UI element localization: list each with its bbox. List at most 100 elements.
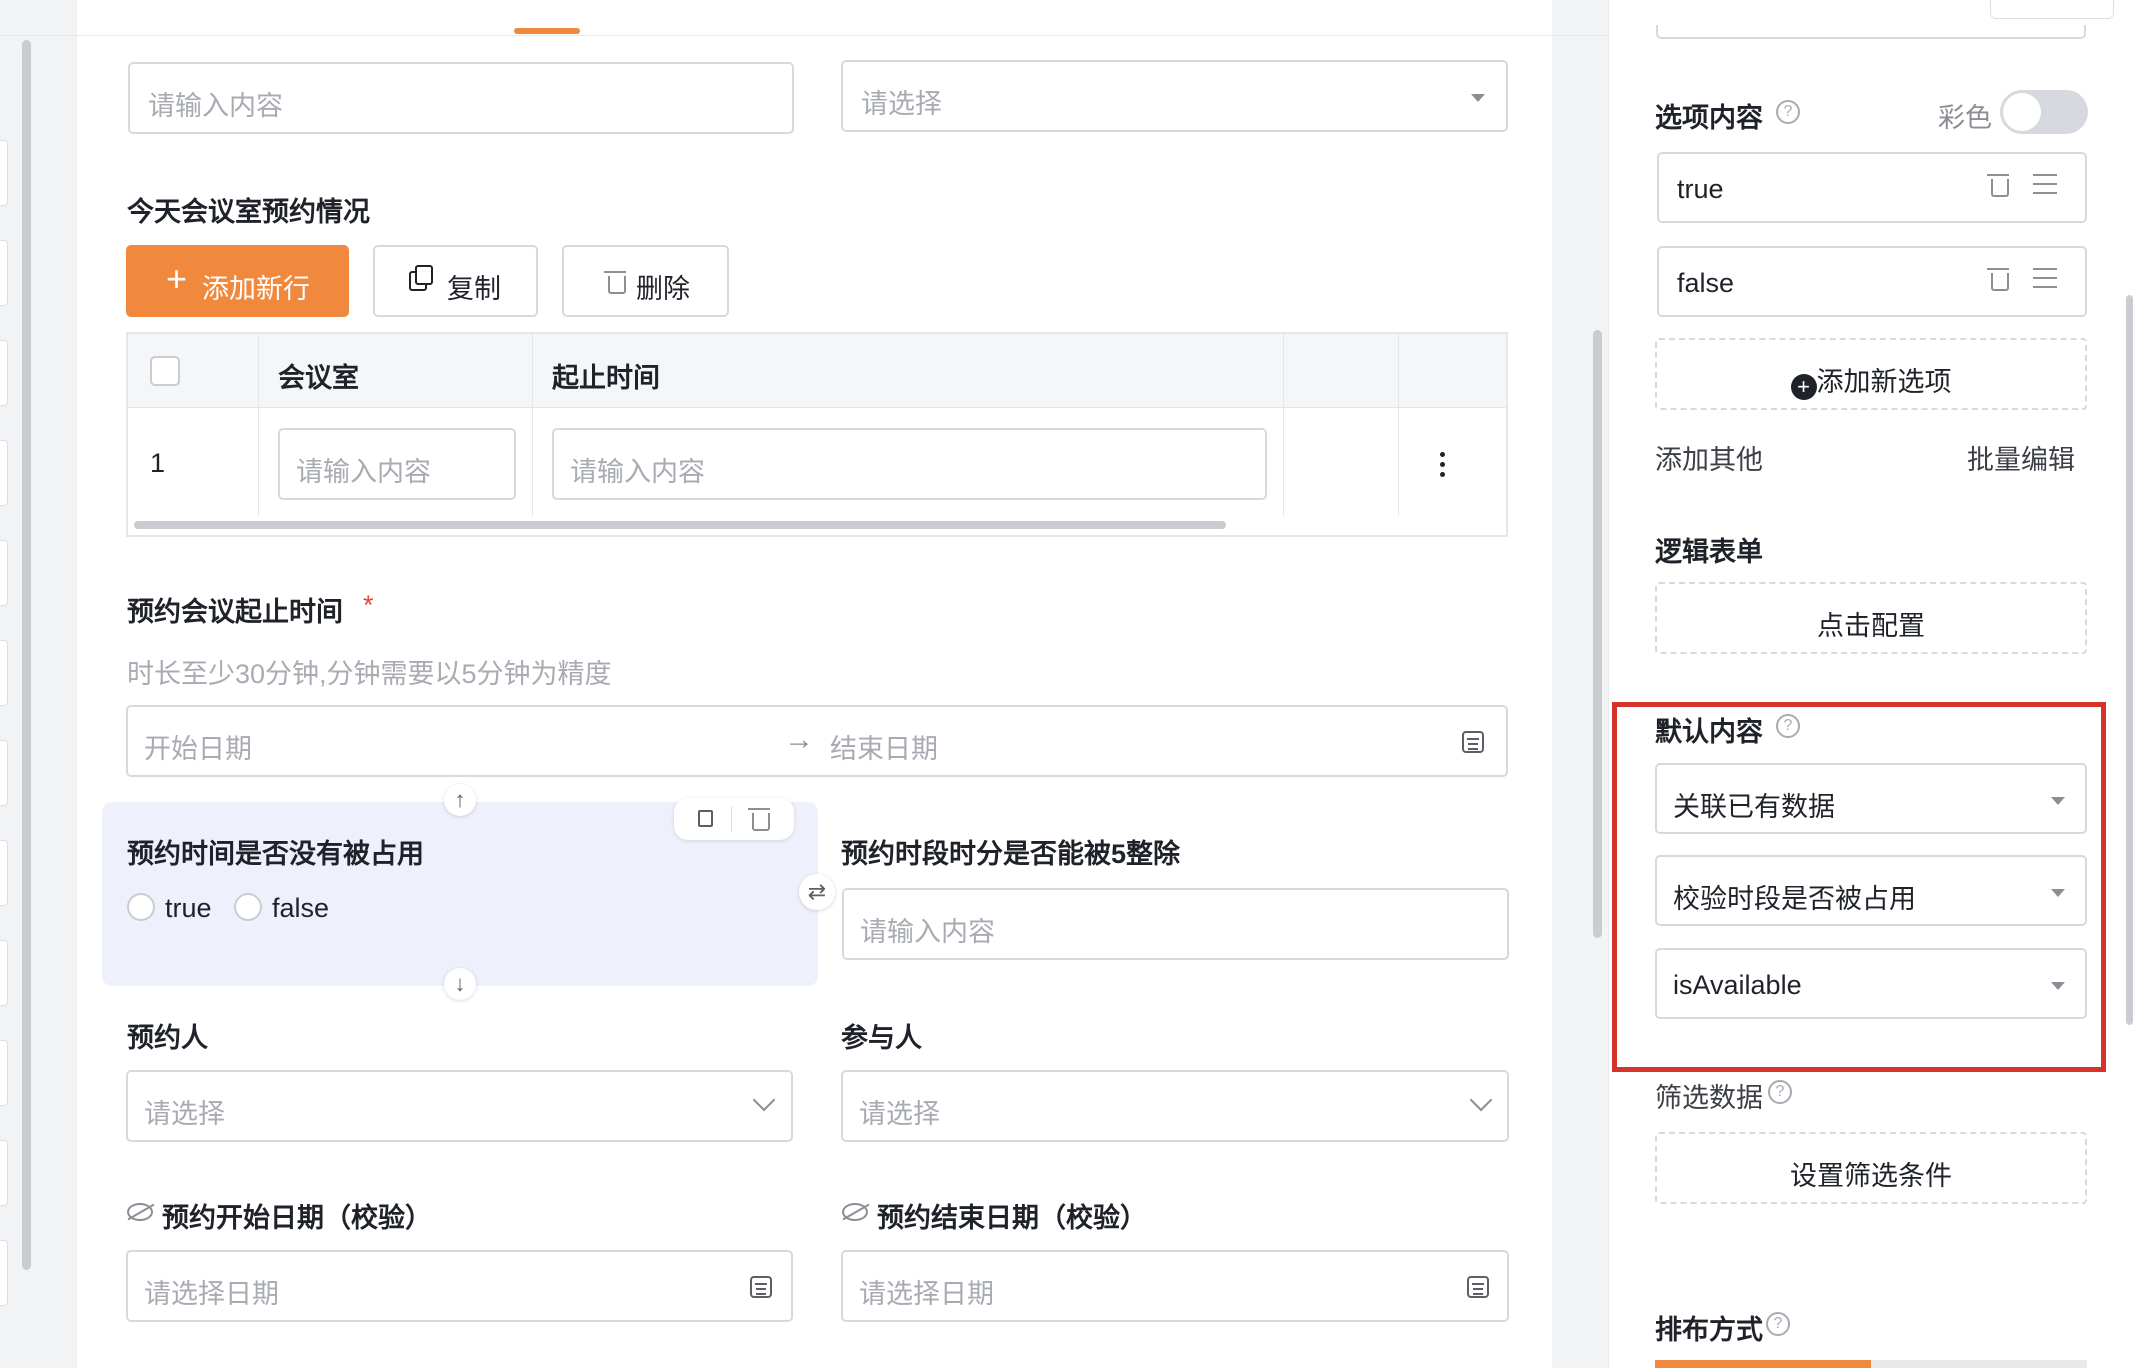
room-input[interactable]: 请输入内容 [278, 428, 516, 500]
default-field-value: isAvailable [1673, 970, 1802, 1000]
radio-true[interactable] [127, 893, 155, 921]
left-tab[interactable] [0, 640, 8, 706]
active-tab-indicator [514, 28, 580, 34]
plus-circle-icon: + [1790, 374, 1817, 400]
left-tab[interactable] [0, 1140, 8, 1206]
radio-true-label: true [165, 893, 212, 923]
color-toggle[interactable] [2000, 90, 2088, 134]
filter-config-button[interactable]: 设置筛选条件 [1655, 1132, 2087, 1204]
add-other-link[interactable]: 添加其他 [1655, 438, 1763, 477]
help-icon[interactable]: ? [1776, 100, 1800, 124]
select-placeholder: 请选择 [861, 89, 942, 119]
delete-button[interactable]: 删除 [562, 245, 729, 317]
caret-down-icon [2051, 889, 2065, 897]
start-check-date-picker[interactable]: 请选择日期 [126, 1250, 793, 1322]
left-scrollbar[interactable] [22, 40, 31, 1270]
left-tab[interactable] [0, 1240, 8, 1306]
drag-handle-icon[interactable] [2033, 174, 2057, 194]
participants-label: 参与人 [841, 1023, 922, 1053]
layout-option-active[interactable] [1655, 1360, 1871, 1368]
delete-field-icon[interactable] [748, 808, 770, 831]
left-tab[interactable] [0, 840, 8, 906]
drag-handle-icon[interactable] [2033, 268, 2057, 288]
panel-scrollbar[interactable] [2126, 295, 2133, 1025]
batch-edit-link[interactable]: 批量编辑 [1967, 438, 2075, 477]
left-tab[interactable] [0, 440, 8, 506]
layout-option[interactable] [1871, 1360, 2087, 1368]
trash-icon[interactable] [1987, 268, 2009, 291]
select-field[interactable]: 请选择 [841, 60, 1508, 132]
date-range-picker[interactable]: 开始日期 → 结束日期 [126, 705, 1508, 777]
booker-placeholder: 请选择 [144, 1099, 225, 1129]
trash-icon[interactable] [1987, 174, 2009, 197]
top-action-button[interactable] [1990, 0, 2114, 19]
default-field-select[interactable]: isAvailable [1655, 948, 2087, 1019]
end-check-placeholder: 请选择日期 [859, 1279, 994, 1309]
room-placeholder: 请输入内容 [296, 457, 431, 487]
left-tab[interactable] [0, 340, 8, 406]
help-icon[interactable]: ? [1776, 714, 1800, 738]
default-source-value: 关联已有数据 [1673, 792, 1835, 822]
left-tab[interactable] [0, 540, 8, 606]
participants-placeholder: 请选择 [859, 1099, 940, 1129]
left-tab[interactable] [0, 240, 8, 306]
help-icon[interactable]: ? [1768, 1080, 1792, 1104]
left-strip [0, 0, 77, 1368]
filter-config-label: 设置筛选条件 [1790, 1161, 1952, 1191]
field-actions [674, 798, 794, 840]
eye-off-icon [127, 1203, 155, 1221]
plus-icon: + [166, 258, 188, 299]
more-vertical-icon[interactable] [1440, 452, 1445, 478]
divisible-label: 预约时段时分是否能被5整除 [841, 839, 1181, 869]
radio-false[interactable] [234, 893, 262, 921]
time-input[interactable]: 请输入内容 [552, 428, 1267, 500]
chevron-down-icon [1469, 1088, 1493, 1112]
left-tab[interactable] [0, 740, 8, 806]
logic-title: 逻辑表单 [1655, 537, 1763, 567]
move-up-icon[interactable]: ↑ [444, 784, 476, 816]
default-form-select[interactable]: 校验时段是否被占用 [1655, 855, 2087, 926]
start-check-placeholder: 请选择日期 [144, 1279, 279, 1309]
end-check-date-picker[interactable]: 请选择日期 [841, 1250, 1509, 1322]
selected-field-block[interactable]: 预约时间是否没有被占用 true false [102, 798, 818, 986]
default-source-select[interactable]: 关联已有数据 [1655, 763, 2087, 834]
participants-select[interactable]: 请选择 [841, 1070, 1509, 1142]
booker-label: 预约人 [127, 1023, 208, 1053]
default-title: 默认内容 [1655, 717, 1763, 747]
add-option-button[interactable]: + 添加新选项 [1655, 338, 2087, 410]
option-item[interactable]: true [1657, 152, 2087, 223]
left-tab[interactable] [0, 1040, 8, 1106]
row-index: 1 [150, 448, 166, 478]
copy-icon-front [415, 265, 433, 285]
move-down-icon[interactable]: ↓ [444, 968, 476, 1000]
start-date-placeholder: 开始日期 [144, 734, 252, 764]
canvas-scrollbar[interactable] [1593, 330, 1602, 938]
add-option-label: 添加新选项 [1816, 367, 1952, 397]
caret-down-icon [1471, 94, 1485, 102]
eye-off-icon [842, 1203, 870, 1221]
option-item[interactable]: false [1657, 246, 2087, 317]
copy-field-icon[interactable] [698, 810, 713, 827]
booker-select[interactable]: 请选择 [126, 1070, 793, 1142]
panel-input-cut[interactable] [1656, 25, 2086, 39]
divisible-input[interactable]: 请输入内容 [842, 888, 1509, 960]
options-title: 选项内容 [1655, 103, 1763, 133]
table-horizontal-scrollbar[interactable] [134, 521, 1226, 529]
add-row-button[interactable]: + 添加新行 [126, 245, 349, 317]
text-input[interactable]: 请输入内容 [128, 62, 794, 134]
input-placeholder: 请输入内容 [148, 91, 283, 121]
select-all-checkbox[interactable] [150, 356, 180, 386]
option-label: false [1677, 268, 1735, 298]
copy-label: 复制 [447, 274, 501, 304]
click-config-button[interactable]: 点击配置 [1655, 582, 2087, 654]
swap-icon[interactable]: ⇄ [799, 874, 835, 910]
left-tab[interactable] [0, 940, 8, 1006]
layout-title: 排布方式 [1655, 1315, 1763, 1345]
help-icon[interactable]: ? [1766, 1312, 1790, 1336]
add-row-label: 添加新行 [202, 274, 310, 304]
date-range-hint: 时长至少30分钟,分钟需要以5分钟为精度 [127, 659, 612, 689]
copy-button[interactable]: 复制 [373, 245, 538, 317]
divisible-placeholder: 请输入内容 [860, 917, 995, 947]
left-tab[interactable] [0, 140, 8, 206]
time-placeholder: 请输入内容 [570, 457, 705, 487]
